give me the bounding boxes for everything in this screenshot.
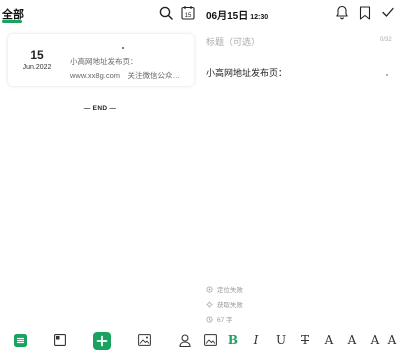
font-size-button-3[interactable]: A (367, 332, 383, 348)
bookmark-icon[interactable] (359, 6, 371, 20)
note-preview-line1: 小高网地址发布页： (70, 57, 138, 66)
tab-active-indicator (2, 20, 22, 23)
location-status-text: 定位失败 (217, 287, 243, 294)
font-size-button-1[interactable]: A (321, 332, 337, 348)
list-menu-icon[interactable] (12, 332, 28, 348)
bold-button[interactable]: B (225, 332, 241, 348)
panel-toggle-icon[interactable] (52, 332, 68, 348)
gallery-icon[interactable] (202, 332, 218, 348)
note-content-editor[interactable]: 小高网地址发布页： (206, 66, 287, 79)
note-day: 15 (30, 48, 44, 62)
note-month-year: Jun.2022 (22, 64, 52, 71)
font-size-button-4[interactable]: A (384, 332, 400, 348)
note-list-header: 全部 15 (0, 0, 200, 28)
font-size-button-2[interactable]: A (344, 332, 360, 348)
title-input[interactable]: 标题（可选） (206, 35, 260, 48)
editor-date: 06月15日 (206, 11, 249, 22)
note-editor-pane: 06月15日 12:30 标题（可选） 0/32 小高网地址发布页： 定位失败 获… (200, 0, 400, 328)
editor-time: 12:30 (250, 14, 269, 21)
location-icon (206, 286, 213, 292)
image-icon[interactable] (136, 332, 152, 348)
search-icon[interactable] (159, 6, 173, 20)
note-card[interactable]: 15 Jun.2022 小高网地址发布页： www.xx8g.com 关注微信公… (8, 34, 194, 86)
check-icon[interactable] (382, 7, 394, 18)
note-preview-line2: www.xx8g.com 关注微信公众… (70, 71, 181, 80)
user-icon[interactable] (177, 332, 193, 348)
plus-icon (96, 335, 108, 347)
list-end-marker: — END — (83, 105, 117, 112)
fetch-status-text: 获取失败 (217, 302, 243, 309)
italic-button[interactable]: I (248, 332, 264, 348)
title-char-counter: 0/32 (380, 37, 392, 43)
word-count-status: 67 字 (206, 314, 233, 324)
note-dot (122, 47, 124, 49)
bottom-toolbar: B I U T A A A A (0, 328, 400, 352)
word-count-text: 67 字 (217, 317, 233, 324)
word-count-icon (206, 316, 213, 322)
underline-button[interactable]: U (273, 332, 289, 348)
content-dot (386, 74, 388, 76)
calendar-icon[interactable]: 15 (181, 5, 195, 20)
editor-date-header[interactable]: 06月15日 12:30 (206, 7, 268, 22)
strikethrough-button[interactable]: T (297, 332, 313, 348)
location-status[interactable]: 定位失败 (206, 284, 243, 294)
bell-icon[interactable] (335, 5, 349, 20)
weather-icon (206, 300, 213, 308)
fetch-status[interactable]: 获取失败 (206, 299, 243, 309)
note-list-pane: 全部 15 15 Jun.2022 小高网地址发布页： www.xx8g.com… (0, 0, 200, 328)
add-button[interactable] (93, 332, 111, 350)
calendar-icon-day: 15 (185, 13, 192, 19)
